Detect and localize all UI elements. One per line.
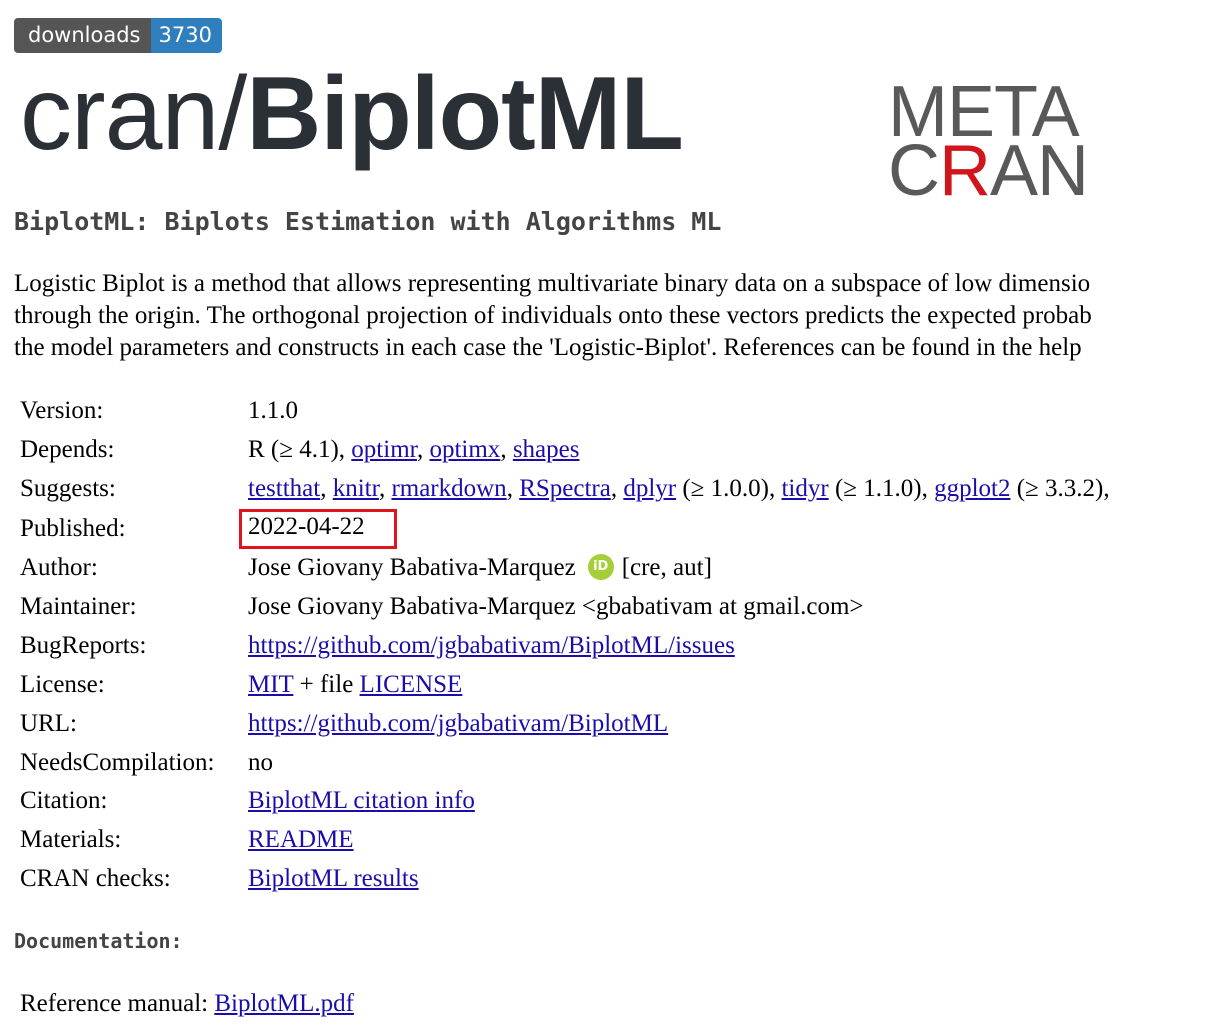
meta-row-url: URL: https://github.com/jgbabativam/Bipl… bbox=[18, 704, 1114, 743]
separator: , bbox=[416, 436, 430, 464]
logo-line-cran: CRAN bbox=[888, 135, 1089, 207]
package-description: Logistic Biplot is a method that allows … bbox=[14, 268, 1225, 364]
link-check-results[interactable]: BiplotML results bbox=[248, 865, 419, 892]
link-readme[interactable]: README bbox=[248, 826, 354, 853]
reference-manual-row: Reference manual: BiplotML.pdf bbox=[20, 990, 354, 1018]
dplyr-version: (≥ 1.0.0), bbox=[676, 475, 782, 503]
meta-row-cranchecks: CRAN checks: BiplotML results bbox=[18, 860, 1114, 899]
author-roles: [cre, aut] bbox=[621, 553, 712, 581]
link-rmarkdown[interactable]: rmarkdown bbox=[391, 475, 506, 502]
description-line: through the origin. The orthogonal proje… bbox=[14, 302, 1092, 329]
meta-key: Version: bbox=[20, 397, 104, 425]
license-file-text: + file bbox=[293, 670, 360, 698]
link-mit[interactable]: MIT bbox=[248, 671, 293, 698]
meta-row-citation: Citation: BiplotML citation info bbox=[18, 782, 1114, 821]
bugreports-cell: https://github.com/jgbabativam/BiplotML/… bbox=[246, 626, 1114, 665]
meta-key: License: bbox=[20, 670, 105, 698]
version-value: 1.1.0 bbox=[248, 397, 298, 425]
page-title-prefix: cran/ bbox=[20, 56, 247, 172]
link-github-repo[interactable]: https://github.com/jgbabativam/BiplotML bbox=[248, 710, 668, 737]
meta-row-needscompilation: NeedsCompilation: no bbox=[18, 743, 1114, 782]
link-ggplot2[interactable]: ggplot2 bbox=[934, 475, 1010, 502]
meta-key: Citation: bbox=[20, 787, 108, 815]
link-rspectra[interactable]: RSpectra bbox=[519, 475, 611, 502]
citation-cell: BiplotML citation info bbox=[246, 782, 1114, 821]
meta-key: URL: bbox=[20, 709, 77, 737]
meta-row-published: Published: 2022-04-22 bbox=[18, 508, 1114, 549]
suggests-value: testthat, knitr, rmarkdown, RSpectra, dp… bbox=[248, 475, 1110, 503]
meta-row-version: Version: 1.1.0 bbox=[18, 392, 1114, 431]
author-name: Jose Giovany Babativa-Marquez bbox=[248, 553, 576, 581]
link-reference-manual-pdf[interactable]: BiplotML.pdf bbox=[214, 990, 354, 1017]
needscompilation-value: no bbox=[248, 748, 273, 776]
meta-row-suggests: Suggests: testthat, knitr, rmarkdown, RS… bbox=[18, 470, 1114, 509]
orcid-icon[interactable]: iD bbox=[587, 554, 614, 581]
meta-key: BugReports: bbox=[20, 631, 147, 659]
meta-row-bugreports: BugReports: https://github.com/jgbabativ… bbox=[18, 626, 1114, 665]
description-line: Logistic Biplot is a method that allows … bbox=[14, 270, 1091, 297]
url-cell: https://github.com/jgbabativam/BiplotML bbox=[246, 704, 1114, 743]
meta-key: NeedsCompilation: bbox=[20, 748, 215, 776]
metacran-logo[interactable]: META CRAN bbox=[880, 74, 1089, 207]
reference-manual-label: Reference manual: bbox=[20, 990, 215, 1017]
logo-an: AN bbox=[990, 131, 1089, 211]
meta-key: Depends: bbox=[20, 436, 115, 464]
ggplot2-version: (≥ 3.3.2), bbox=[1010, 475, 1110, 503]
maintainer-value: Jose Giovany Babativa-Marquez <gbabativa… bbox=[248, 593, 864, 620]
page-title: cran/BiplotML bbox=[20, 52, 684, 176]
downloads-badge[interactable]: downloads 3730 bbox=[14, 18, 222, 53]
link-shapes[interactable]: shapes bbox=[513, 436, 580, 463]
downloads-badge-label: downloads bbox=[14, 18, 151, 53]
description-line: the model parameters and constructs in e… bbox=[14, 334, 1082, 361]
meta-key: Published: bbox=[20, 514, 126, 542]
link-testthat[interactable]: testthat bbox=[248, 475, 320, 502]
link-bugreports[interactable]: https://github.com/jgbabativam/BiplotML/… bbox=[248, 632, 735, 659]
depends-value: R (≥ 4.1), optimr, optimx, shapes bbox=[246, 431, 1114, 470]
logo-r: R bbox=[939, 131, 991, 211]
depends-r-version: R (≥ 4.1), bbox=[248, 436, 352, 464]
link-license-file[interactable]: LICENSE bbox=[360, 671, 463, 698]
documentation-heading: Documentation: bbox=[14, 929, 183, 953]
meta-row-maintainer: Maintainer: Jose Giovany Babativa-Marque… bbox=[18, 588, 1114, 627]
cranchecks-cell: BiplotML results bbox=[246, 860, 1114, 899]
link-dplyr[interactable]: dplyr bbox=[623, 475, 676, 502]
link-optimx[interactable]: optimx bbox=[429, 436, 500, 463]
published-date-highlight: 2022-04-22 bbox=[239, 508, 397, 549]
link-citation-info[interactable]: BiplotML citation info bbox=[248, 787, 475, 814]
link-tidyr[interactable]: tidyr bbox=[781, 475, 828, 502]
package-subtitle: BiplotML: Biplots Estimation with Algori… bbox=[14, 207, 722, 236]
separator: , bbox=[500, 436, 513, 464]
meta-row-materials: Materials: README bbox=[18, 821, 1114, 860]
meta-row-license: License: MIT + file LICENSE bbox=[18, 665, 1114, 704]
meta-key: Materials: bbox=[20, 826, 122, 854]
tidyr-version: (≥ 1.1.0), bbox=[828, 475, 935, 503]
published-cell: 2022-04-22 bbox=[239, 508, 1114, 549]
meta-row-depends: Depends: R (≥ 4.1), optimr, optimx, shap… bbox=[18, 431, 1114, 470]
meta-key: Author: bbox=[20, 554, 98, 582]
meta-key: Suggests: bbox=[20, 475, 116, 503]
author-value: Jose Giovany Babativa-Marquez iD [cre, aut… bbox=[246, 549, 1114, 588]
page-title-package: BiplotML bbox=[246, 56, 684, 172]
link-optimr[interactable]: optimr bbox=[351, 436, 417, 463]
meta-key: CRAN checks: bbox=[20, 865, 171, 893]
downloads-badge-count: 3730 bbox=[150, 18, 222, 53]
logo-c: C bbox=[888, 131, 940, 211]
meta-row-author: Author: Jose Giovany Babativa-Marquez iD [… bbox=[18, 549, 1114, 588]
link-knitr[interactable]: knitr bbox=[333, 475, 379, 502]
materials-cell: README bbox=[246, 821, 1114, 860]
license-value: MIT + file LICENSE bbox=[246, 665, 1114, 704]
meta-key: Maintainer: bbox=[20, 593, 137, 620]
package-metadata-table: Version: 1.1.0 Depends: R (≥ 4.1), optim… bbox=[18, 392, 1114, 899]
